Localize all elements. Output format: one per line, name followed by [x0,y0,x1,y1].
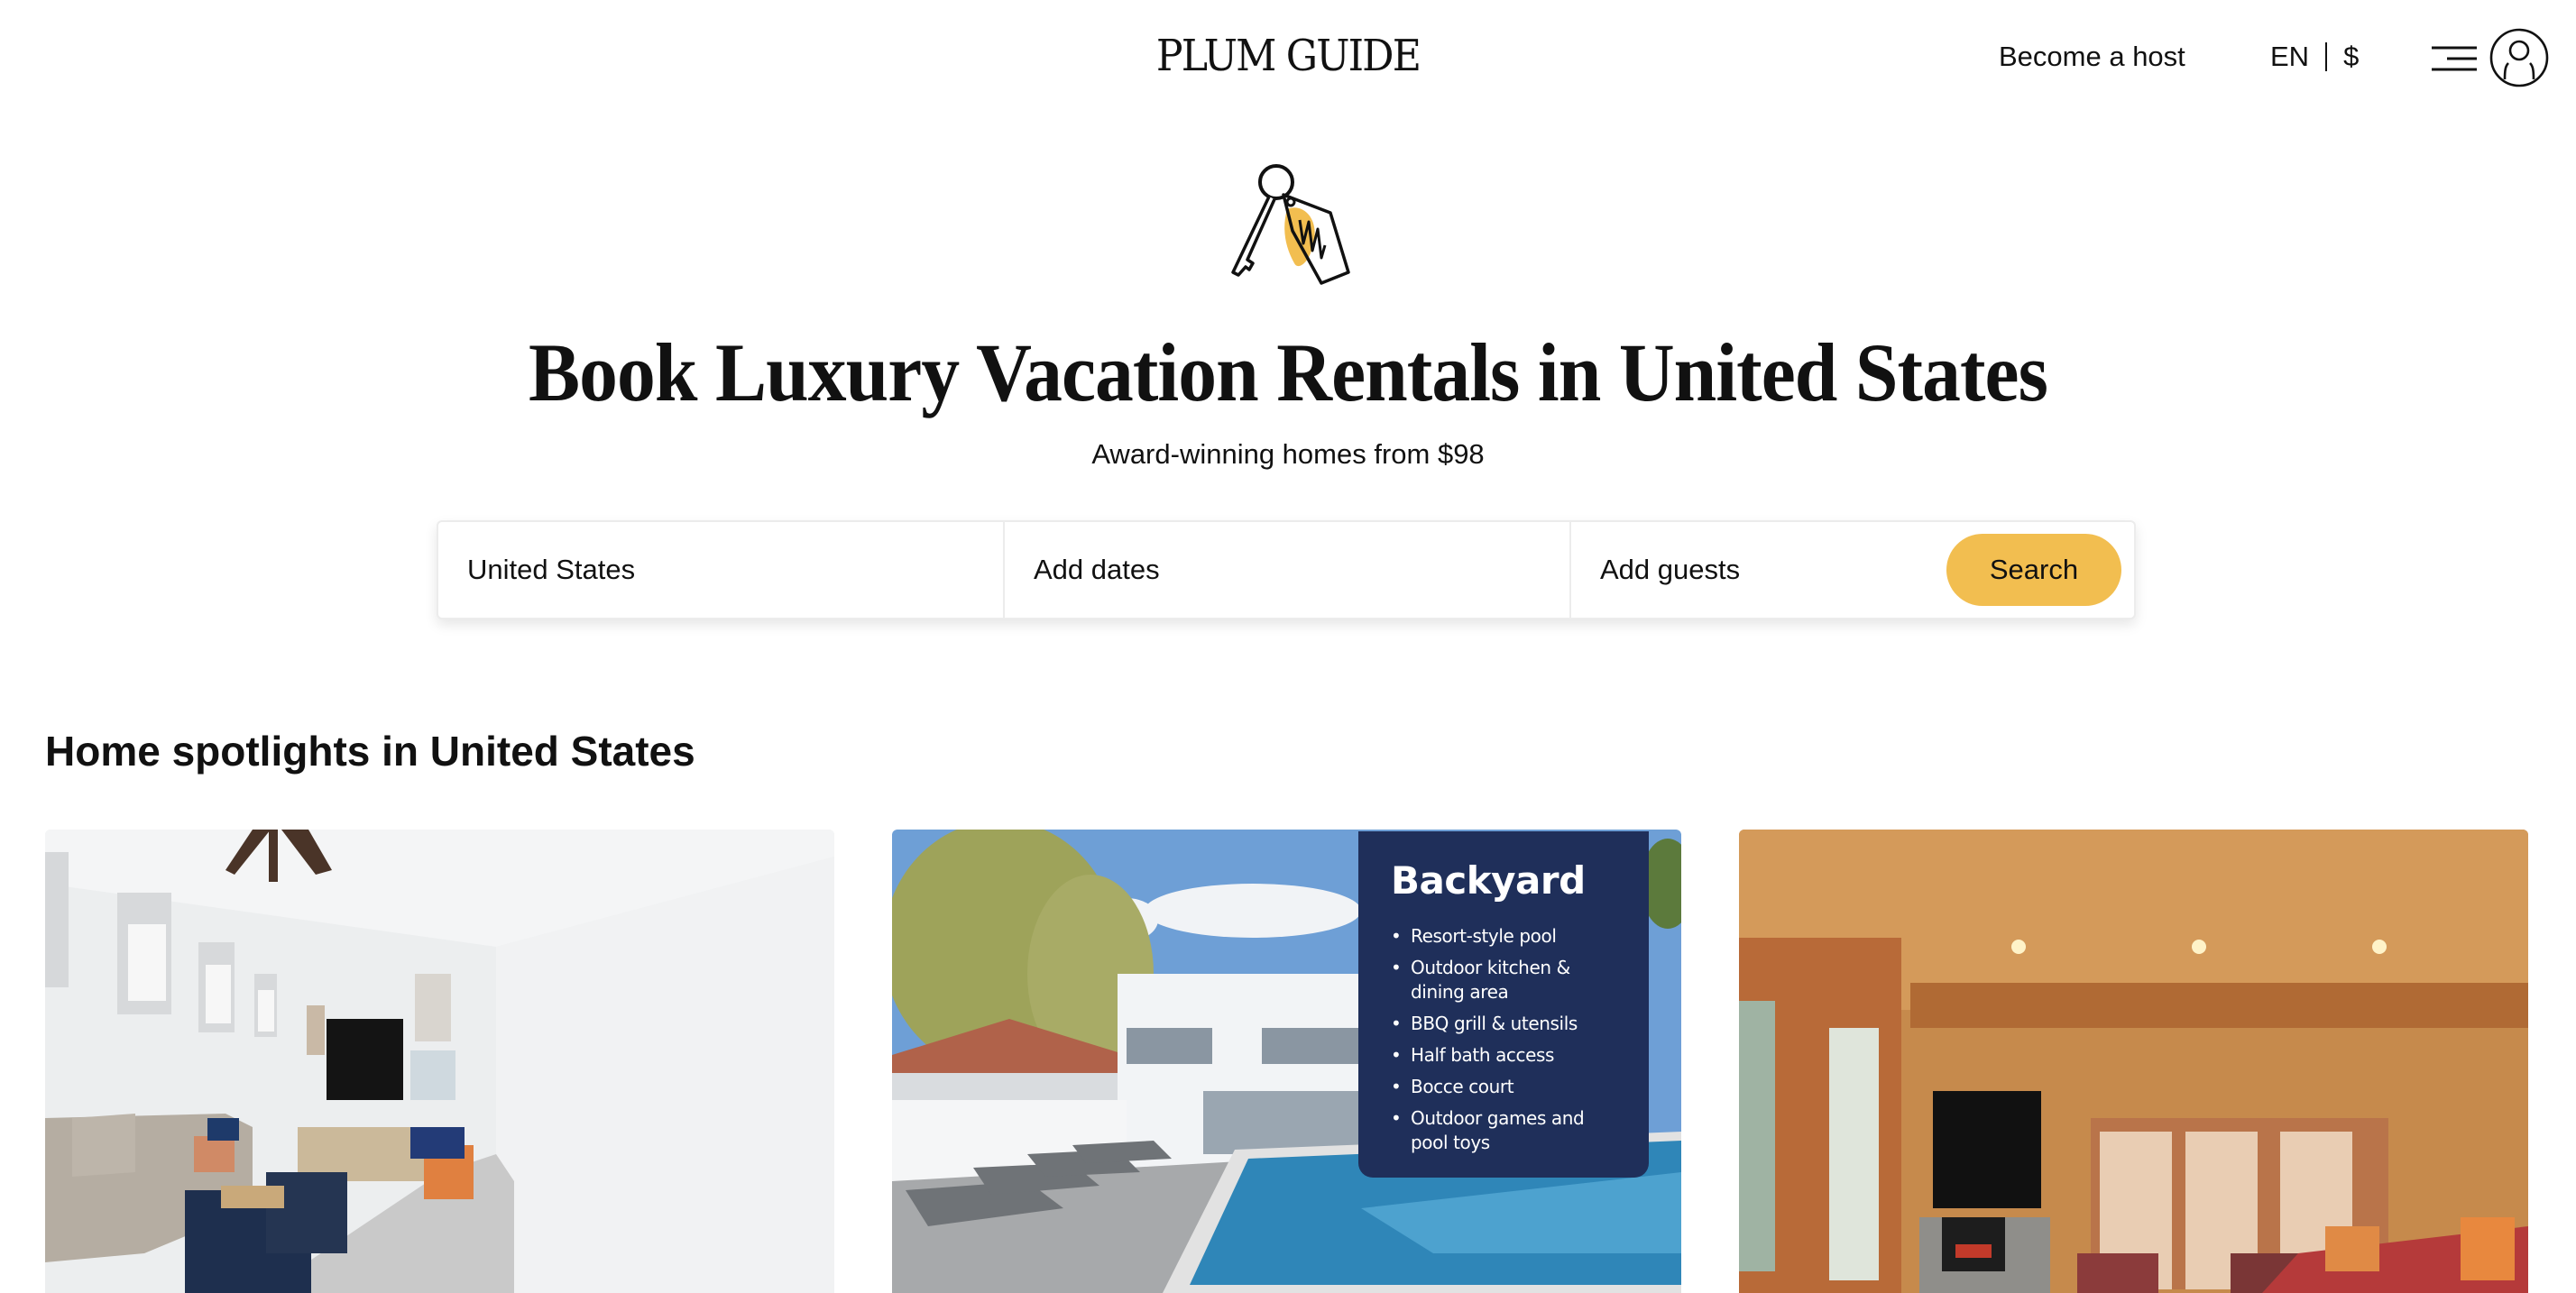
hamburger-menu-icon[interactable] [2432,45,2477,72]
home-spotlight-card[interactable] [1739,830,2528,1293]
currency-label: $ [2343,41,2360,72]
key-with-tag-icon [1231,164,1350,285]
home-spotlight-card[interactable]: Backyard Resort-style pool Outdoor kitch… [892,830,1681,1293]
language-currency-selector[interactable]: EN $ [2270,41,2359,73]
amenity-item: BBQ grill & utensils [1391,1012,1625,1036]
backyard-info-overlay: Backyard Resort-style pool Outdoor kitch… [1358,831,1649,1178]
search-bar: United States Add dates Add guests Searc… [437,520,2136,619]
amenity-item: Outdoor games and pool toys [1391,1106,1625,1155]
home-spotlight-card[interactable] [45,830,834,1293]
guests-input[interactable]: Add guests [1571,522,1946,618]
amenity-item: Half bath access [1391,1043,1625,1068]
amenity-item: Resort-style pool [1391,924,1625,949]
section-title: Home spotlights in United States [45,728,695,775]
location-input[interactable]: United States [438,522,1005,618]
site-header: PLUM GUIDE Become a host EN $ [0,0,2576,115]
listing-photo [45,830,834,1293]
become-host-link[interactable]: Become a host [1999,41,2185,73]
amenity-item: Outdoor kitchen & dining area [1391,956,1625,1004]
amenity-item: Bocce court [1391,1075,1625,1099]
dates-input[interactable]: Add dates [1005,522,1571,618]
page-subtitle: Award-winning homes from $98 [1091,438,1485,470]
overlay-title: Backyard [1391,858,1586,903]
language-label: EN [2270,41,2310,72]
locale-divider [2325,42,2328,71]
listing-photo [1739,830,2528,1293]
page-title: Book Luxury Vacation Rentals in United S… [529,326,2048,418]
amenity-list: Resort-style pool Outdoor kitchen & dini… [1391,924,1649,1155]
user-avatar-icon[interactable] [2489,28,2549,87]
search-button[interactable]: Search [1946,534,2121,606]
